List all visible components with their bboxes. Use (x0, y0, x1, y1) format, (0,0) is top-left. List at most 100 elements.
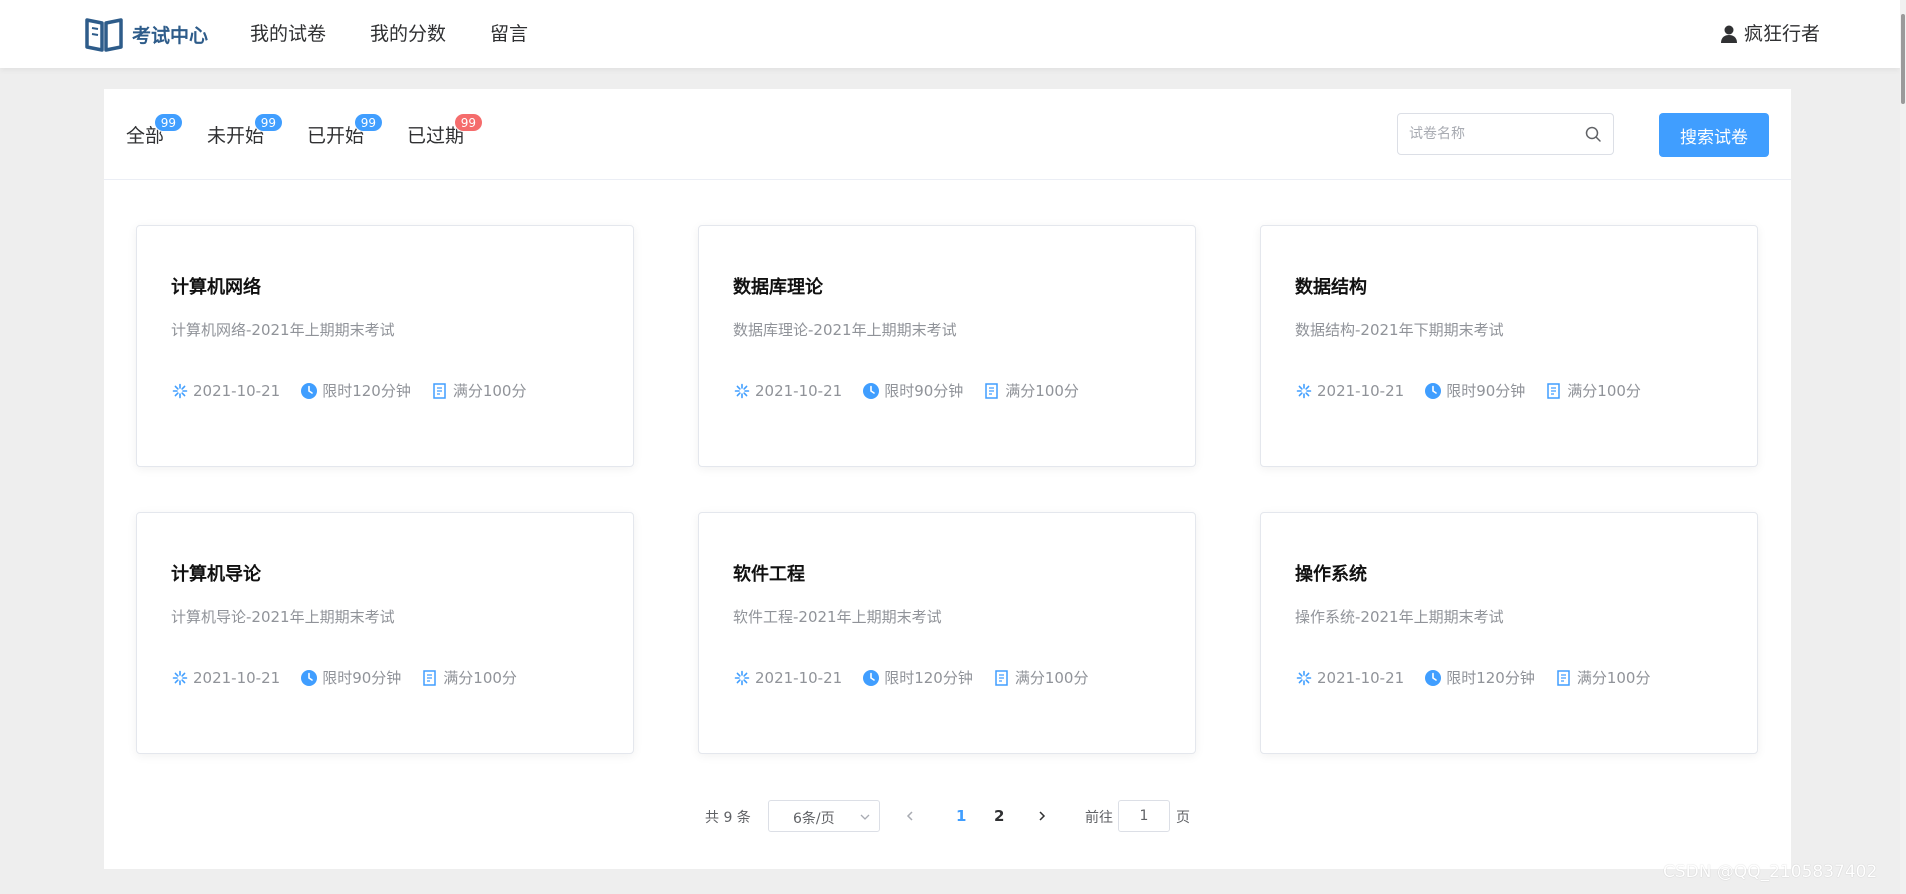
exam-subtitle: 数据库理论-2021年上期期末考试 (733, 321, 957, 339)
search-icon[interactable] (1584, 125, 1602, 143)
page-2-button[interactable]: 2 (994, 807, 1004, 825)
page-size-value: 6条/页 (793, 811, 835, 827)
exam-subtitle: 计算机导论-2021年上期期末考试 (171, 608, 395, 626)
exam-meta: 2021-10-21 限时120分钟 满分100分 (1295, 667, 1670, 688)
exam-meta: 2021-10-21 限时90分钟 满分100分 (171, 667, 537, 688)
document-icon (985, 382, 999, 399)
exam-full-score: 满分100分 (431, 380, 527, 401)
exam-duration: 限时90分钟 (862, 380, 963, 401)
document-icon (423, 669, 437, 686)
next-page-icon[interactable] (1036, 810, 1048, 822)
loading-icon (172, 670, 188, 685)
exam-card[interactable]: 计算机网络计算机网络-2021年上期期末考试 2021-10-21 限时120分钟 满… (136, 225, 634, 467)
page-size-select[interactable]: 6条/页 (768, 800, 880, 832)
exam-title: 数据库理论 (733, 277, 823, 298)
exam-meta: 2021-10-21 限时120分钟 满分100分 (171, 380, 546, 401)
exam-title: 计算机导论 (171, 564, 261, 585)
exam-title: 操作系统 (1295, 564, 1367, 585)
exam-title: 数据结构 (1295, 277, 1367, 298)
search-box (1397, 113, 1614, 155)
exam-duration: 限时120分钟 (300, 380, 411, 401)
clock-icon (301, 382, 318, 399)
clock-icon (1425, 669, 1442, 686)
prev-page-icon[interactable] (904, 810, 916, 822)
exam-subtitle: 数据结构-2021年下期期末考试 (1295, 321, 1504, 339)
logo-text: 考试中心 (132, 24, 209, 47)
exam-date: 2021-10-21 (733, 382, 842, 400)
loading-icon (734, 383, 750, 398)
exam-duration-text: 限时90分钟 (884, 382, 964, 400)
goto-page-input[interactable] (1118, 800, 1170, 832)
exam-full-score: 满分100分 (421, 667, 517, 688)
document-icon (995, 669, 1008, 686)
exam-score-text: 满分100分 (1567, 382, 1641, 400)
exam-subtitle: 计算机网络-2021年上期期末考试 (171, 321, 395, 339)
exam-date-text: 2021-10-21 (1317, 668, 1405, 687)
exam-subtitle: 软件工程-2021年上期期末考试 (733, 608, 942, 626)
user-icon (1721, 25, 1737, 43)
exam-date: 2021-10-21 (1295, 669, 1404, 687)
top-navbar: 考试中心 我的试卷 我的分数 留言 疯狂行者 (0, 0, 1900, 68)
nav-messages[interactable]: 留言 (490, 20, 528, 48)
exam-duration: 限时90分钟 (300, 667, 401, 688)
page-1-button[interactable]: 1 (956, 807, 966, 825)
loading-icon (172, 383, 188, 398)
search-input[interactable] (1398, 114, 1578, 154)
exam-duration-text: 限时120分钟 (1446, 669, 1535, 687)
clock-icon (301, 669, 318, 686)
exam-card[interactable]: 计算机导论计算机导论-2021年上期期末考试 2021-10-21 限时90分钟 满分… (136, 512, 634, 754)
main-nav: 我的试卷 我的分数 留言 (250, 20, 572, 48)
clock-icon (1425, 382, 1442, 399)
exam-duration-text: 限时120分钟 (322, 382, 411, 400)
exam-card[interactable]: 操作系统 操作系统-2021年上期期末考试 2021-10-21 限时120分钟 满分1… (1260, 512, 1758, 754)
exam-date-text: 2021-10-21 (755, 668, 843, 687)
exam-date-text: 2021-10-21 (193, 381, 281, 400)
exam-duration-text: 限时120分钟 (884, 669, 973, 687)
nav-my-scores[interactable]: 我的分数 (370, 20, 446, 48)
logo[interactable]: 考试中心 (84, 14, 208, 54)
scrollbar-thumb[interactable] (1901, 14, 1905, 104)
nav-my-papers[interactable]: 我的试卷 (250, 20, 326, 48)
exam-meta: 2021-10-21 限时90分钟 满分100分 (1295, 380, 1661, 401)
exam-date: 2021-10-21 (171, 669, 280, 687)
exam-date: 2021-10-21 (733, 669, 842, 687)
search-exam-button[interactable]: 搜索试卷 (1659, 113, 1769, 157)
pagination: 共 9 条 6条/页 1 2 前往 页 (104, 800, 1791, 834)
exam-score-text: 满分100分 (452, 382, 527, 400)
exam-duration: 限时90分钟 (1424, 380, 1525, 401)
tab-expired[interactable]: 已过期 99 (407, 113, 484, 149)
goto-unit: 页 (1176, 810, 1190, 826)
count-badge: 99 (453, 113, 484, 132)
total-count: 共 9 条 (705, 810, 751, 826)
page-scrollbar[interactable] (1900, 0, 1906, 894)
tab-all[interactable]: 全部 99 (126, 113, 184, 149)
clock-icon (863, 382, 880, 399)
loading-icon (734, 670, 750, 685)
count-badge: 99 (253, 113, 284, 132)
tab-not-started[interactable]: 未开始 99 (207, 113, 284, 149)
exam-card[interactable]: 数据结构数据结构-2021年下期期末考试 2021-10-21 限时90分钟 满分10… (1260, 225, 1758, 467)
clock-icon (863, 669, 880, 686)
exam-full-score: 满分100分 (983, 380, 1079, 401)
exam-title: 计算机网络 (171, 277, 261, 298)
exam-duration: 限时120分钟 (1424, 667, 1535, 688)
exam-duration-text: 限时90分钟 (1446, 382, 1526, 400)
exam-date-text: 2021-10-21 (1317, 381, 1405, 400)
exam-card[interactable]: 软件工程 软件工程-2021年上期期末考试 2021-10-21 限时120分钟 满分1… (698, 512, 1196, 754)
open-book-icon (85, 18, 123, 52)
loading-icon (1296, 670, 1312, 685)
document-icon (1547, 382, 1561, 399)
exam-card[interactable]: 数据库理论数据库理论-2021年上期期末考试 2021-10-21 限时90分钟 满分… (698, 225, 1196, 467)
filter-toolbar: 全部 99 未开始 99 已开始 99 已过期 99 搜索试卷 (104, 89, 1791, 180)
document-icon (1557, 669, 1570, 686)
exam-score-text: 满分100分 (1005, 382, 1079, 400)
exam-score-text: 满分100分 (1014, 669, 1089, 687)
tab-started[interactable]: 已开始 99 (307, 113, 384, 149)
exam-meta: 2021-10-21 限时120分钟 满分100分 (733, 667, 1108, 688)
exam-score-text: 满分100分 (443, 669, 517, 687)
exam-duration-text: 限时90分钟 (322, 669, 402, 687)
exam-full-score: 满分100分 (1555, 667, 1650, 688)
exam-full-score: 满分100分 (1545, 380, 1641, 401)
exam-full-score: 满分100分 (993, 667, 1089, 688)
user-menu[interactable]: 疯狂行者 (1719, 20, 1820, 48)
